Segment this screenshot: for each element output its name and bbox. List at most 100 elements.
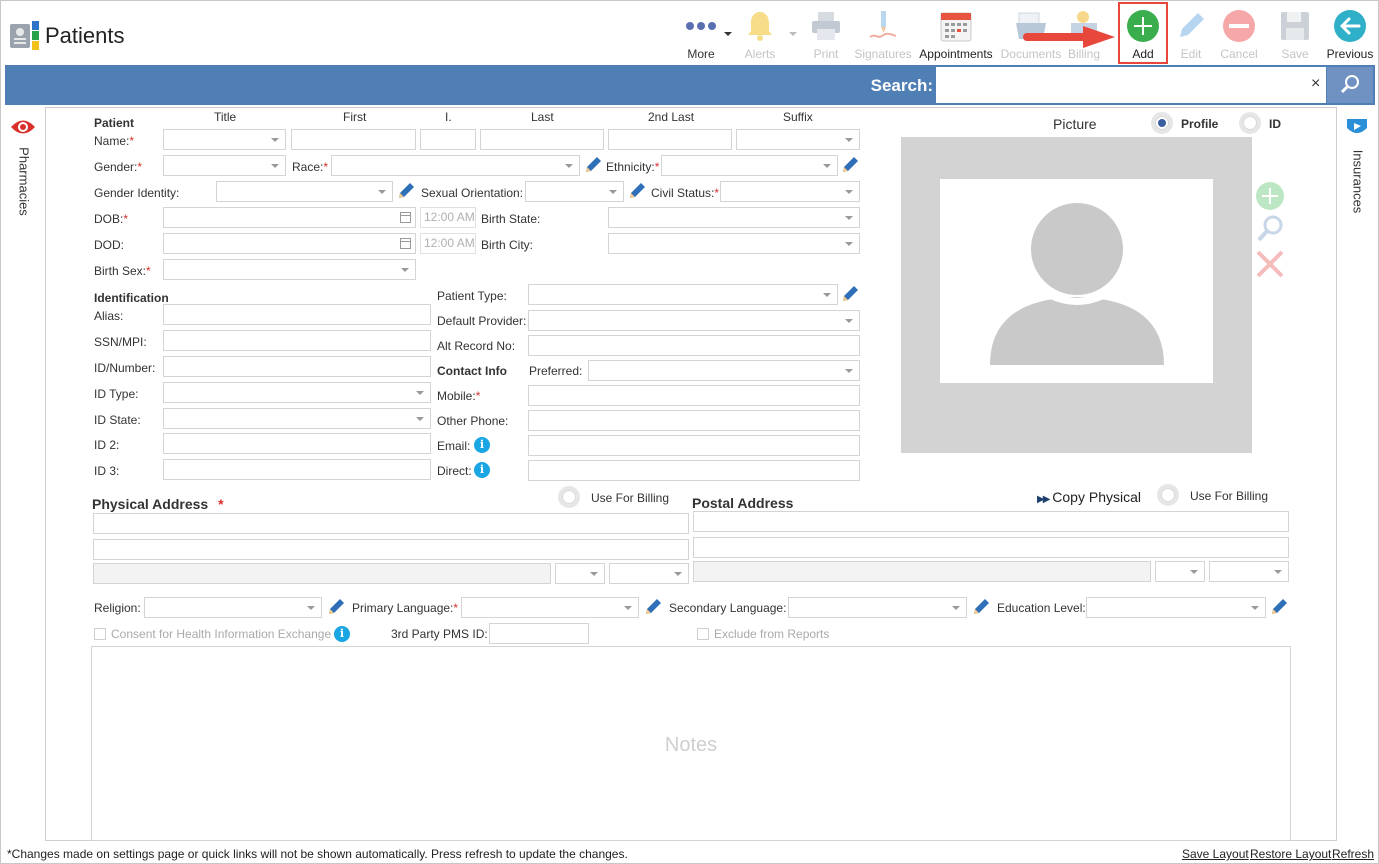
copy-physical-button[interactable]: ▶▶ Copy Physical [1037, 489, 1141, 505]
primary-language-select[interactable] [461, 597, 639, 618]
more-button[interactable]: More [673, 7, 729, 63]
sexual-orientation-select[interactable] [525, 181, 624, 202]
postal-use-billing-label: Use For Billing [1190, 489, 1269, 503]
suffix-select[interactable] [736, 129, 860, 150]
calendar-icon[interactable] [400, 238, 411, 249]
previous-button[interactable]: Previous [1322, 7, 1378, 63]
physical-address-line2[interactable] [93, 539, 689, 560]
preferred-select[interactable] [588, 360, 860, 381]
postal-state-select[interactable] [1155, 561, 1205, 582]
alerts-button[interactable]: Alerts [732, 7, 788, 63]
insurances-tab[interactable]: Insurances [1343, 116, 1373, 226]
plus-circle-icon [1127, 10, 1159, 42]
consent-info-icon[interactable]: i [334, 626, 350, 642]
physical-zip-select[interactable] [609, 563, 689, 584]
birth-state-select[interactable] [608, 207, 860, 228]
add-picture-icon[interactable] [1255, 181, 1285, 211]
delete-picture-icon[interactable] [1255, 249, 1285, 279]
zoom-picture-icon[interactable] [1255, 214, 1285, 244]
id-radio[interactable] [1239, 112, 1261, 134]
alt-record-field[interactable] [528, 335, 860, 356]
email-field[interactable] [528, 435, 860, 456]
second-last-name-field[interactable] [608, 129, 732, 150]
header-last: Last [531, 110, 554, 124]
religion-select[interactable] [144, 597, 322, 618]
restore-layout-link[interactable]: Restore Layout [1250, 847, 1331, 861]
alerts-dropdown-arrow[interactable] [789, 32, 797, 36]
postal-city-field[interactable] [693, 561, 1151, 582]
name-title-select[interactable] [163, 129, 286, 150]
birth-state-label: Birth State: [481, 212, 541, 226]
civil-status-select[interactable] [720, 181, 860, 202]
calendar-icon[interactable] [400, 212, 411, 223]
ethnicity-select[interactable] [661, 155, 838, 176]
dob-time-field[interactable]: 12:00 AM [420, 207, 476, 228]
id3-field[interactable] [163, 459, 431, 480]
consent-checkbox[interactable] [94, 628, 106, 640]
primary-language-label: Primary Language:* [352, 601, 459, 615]
religion-edit-pencil-icon[interactable] [327, 598, 345, 616]
race-select[interactable] [331, 155, 580, 176]
refresh-link[interactable]: Refresh [1332, 847, 1374, 861]
email-info-icon[interactable]: i [474, 437, 490, 453]
postal-address-line2[interactable] [693, 537, 1289, 558]
id-type-select[interactable] [163, 382, 431, 403]
direct-info-icon[interactable]: i [474, 462, 490, 478]
ssn-field[interactable] [163, 330, 431, 351]
patient-type-edit-pencil-icon[interactable] [841, 285, 859, 303]
notes-area[interactable]: Notes [91, 646, 1291, 841]
dod-time-field[interactable]: 12:00 AM [420, 233, 476, 254]
third-party-pms-field[interactable] [489, 623, 589, 644]
id-state-select[interactable] [163, 408, 431, 429]
physical-address-line1[interactable] [93, 513, 689, 534]
signatures-button[interactable]: Signatures [854, 7, 912, 63]
dob-date-field[interactable] [163, 207, 416, 228]
search-submit-button[interactable] [1327, 67, 1373, 103]
alt-record-label: Alt Record No: [437, 339, 516, 353]
education-level-select[interactable] [1086, 597, 1266, 618]
gender-select[interactable] [163, 155, 286, 176]
search-clear-button[interactable]: × [1311, 75, 1320, 93]
exclude-reports-checkbox[interactable] [697, 628, 709, 640]
physical-state-select[interactable] [555, 563, 605, 584]
id-number-field[interactable] [163, 356, 431, 377]
secondary-language-edit-pencil-icon[interactable] [972, 598, 990, 616]
direct-field[interactable] [528, 460, 860, 481]
birth-sex-select[interactable] [163, 259, 416, 280]
save-layout-link[interactable]: Save Layout [1182, 847, 1249, 861]
calendar-icon [940, 12, 972, 42]
primary-language-edit-pencil-icon[interactable] [644, 598, 662, 616]
profile-radio[interactable] [1151, 112, 1173, 134]
last-name-field[interactable] [480, 129, 604, 150]
ethnicity-edit-pencil-icon[interactable] [841, 156, 859, 174]
mobile-field[interactable] [528, 385, 860, 406]
more-dropdown-arrow[interactable] [724, 32, 732, 36]
education-level-edit-pencil-icon[interactable] [1270, 598, 1288, 616]
secondary-language-select[interactable] [788, 597, 967, 618]
id-number-label: ID/Number: [94, 361, 156, 375]
middle-initial-field[interactable] [420, 129, 476, 150]
race-edit-pencil-icon[interactable] [584, 156, 602, 174]
physical-use-billing-radio[interactable] [558, 486, 580, 508]
gender-identity-edit-pencil-icon[interactable] [397, 182, 415, 200]
appointments-button[interactable]: Appointments [919, 7, 993, 63]
patient-type-label: Patient Type: [437, 289, 507, 303]
postal-address-line1[interactable] [693, 511, 1289, 532]
id2-field[interactable] [163, 433, 431, 454]
religion-label: Religion: [94, 601, 141, 615]
alias-field[interactable] [163, 304, 431, 325]
patient-type-select[interactable] [528, 284, 838, 305]
physical-city-field[interactable] [93, 563, 551, 584]
postal-use-billing-radio[interactable] [1157, 484, 1179, 506]
gender-identity-select[interactable] [216, 181, 393, 202]
postal-zip-select[interactable] [1209, 561, 1289, 582]
birth-city-select[interactable] [608, 233, 860, 254]
default-provider-select[interactable] [528, 310, 860, 331]
sexual-orientation-edit-pencil-icon[interactable] [628, 182, 646, 200]
search-input[interactable] [936, 67, 1326, 103]
first-name-field[interactable] [291, 129, 416, 150]
email-label: Email: [437, 439, 471, 453]
pharmacies-tab[interactable]: Pharmacies [9, 116, 39, 226]
dod-date-field[interactable] [163, 233, 416, 254]
other-phone-field[interactable] [528, 410, 860, 431]
